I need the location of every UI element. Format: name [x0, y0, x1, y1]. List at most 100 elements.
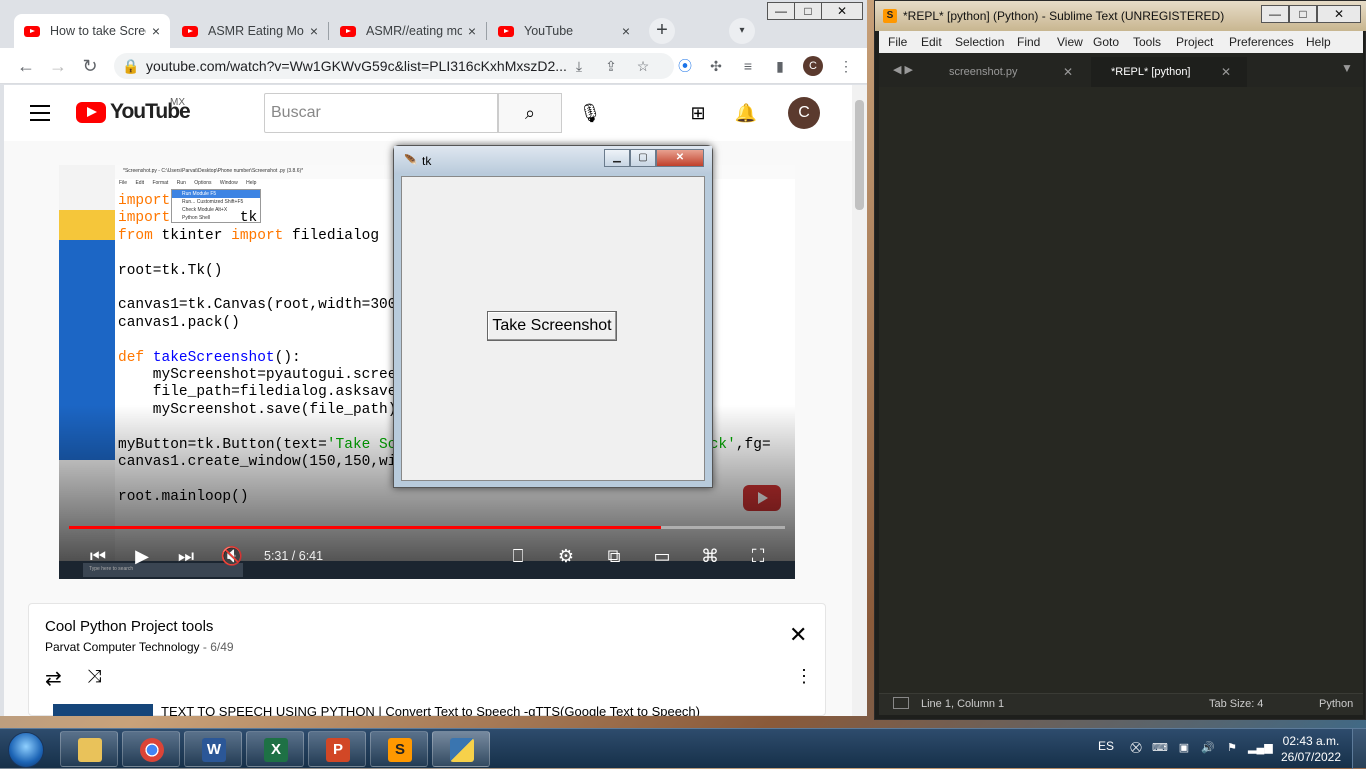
menu-find[interactable]: Find	[1017, 35, 1040, 49]
avatar[interactable]: C	[788, 97, 820, 129]
tab-youtube[interactable]: YouTube ×	[488, 14, 640, 48]
maximize-button[interactable]: □	[794, 2, 822, 20]
tab-screenshot-py[interactable]: screenshot.py ✕	[929, 57, 1089, 87]
show-desktop-button[interactable]	[1352, 729, 1366, 769]
menu-help[interactable]: Help	[1306, 35, 1331, 49]
tray-flag-icon[interactable]: ⚑	[1224, 740, 1240, 756]
tab-nav-arrows-icon[interactable]: ◀ ▶	[893, 63, 913, 76]
menu-tools[interactable]: Tools	[1133, 35, 1161, 49]
taskbar-powerpoint[interactable]: P	[308, 731, 366, 767]
page-scrollbar[interactable]	[852, 85, 867, 716]
close-button[interactable]: ✕	[821, 2, 863, 20]
tab-close-icon[interactable]: ×	[622, 23, 630, 39]
forward-icon[interactable]: →	[46, 54, 70, 78]
language-indicator[interactable]: ES	[1098, 739, 1114, 753]
notifications-bell-icon[interactable]: 🔔	[734, 101, 758, 125]
menu-selection[interactable]: Selection	[955, 35, 1004, 49]
tray-signal-icon[interactable]: ▂▄▆	[1248, 740, 1273, 756]
playlist-item-thumbnail[interactable]	[53, 704, 153, 716]
next-icon[interactable]: ⏭	[173, 541, 199, 571]
tk-title-bar[interactable]: 🪶 tk ▁ ▢ ✕	[394, 146, 712, 174]
taskbar-python[interactable]	[432, 731, 490, 767]
tab-how-to-take-screenshot[interactable]: How to take Screenshot ×	[14, 14, 170, 48]
close-icon[interactable]: ✕	[789, 622, 807, 648]
minimize-button[interactable]: ▁	[604, 149, 630, 167]
tab-close-icon[interactable]: ✕	[1063, 57, 1073, 87]
download-icon[interactable]: ⤓	[570, 57, 588, 75]
new-tab-button[interactable]: +	[649, 18, 675, 44]
menu-icon[interactable]: ⋮	[836, 56, 856, 76]
menu-project[interactable]: Project	[1176, 35, 1213, 49]
loop-icon[interactable]: ⇄	[45, 666, 62, 691]
more-options-icon[interactable]: ⋮	[795, 666, 813, 687]
tray-device-icon[interactable]: ▣	[1176, 740, 1192, 756]
menu-file[interactable]: File	[888, 35, 907, 49]
tab-repl-python[interactable]: *REPL* [python] ✕	[1091, 57, 1247, 87]
minimize-button[interactable]: —	[767, 2, 795, 20]
tab-asmr-eating-2[interactable]: ASMR//eating mouth ×	[330, 14, 486, 48]
shuffle-icon[interactable]: ⤨	[87, 666, 101, 687]
tray-keyboard-icon[interactable]: ⌨	[1152, 740, 1168, 756]
settings-gear-icon[interactable]: ⚙	[553, 541, 579, 571]
taskbar-explorer[interactable]	[60, 731, 118, 767]
address-bar[interactable]: 🔒 youtube.com/watch?v=Ww1GKWvG59c&list=P…	[114, 53, 674, 79]
taskbar-chrome[interactable]	[122, 731, 180, 767]
reload-icon[interactable]: ↻	[78, 54, 102, 78]
taskbar-word[interactable]: W	[184, 731, 242, 767]
tray-network-share-icon[interactable]: ⛒	[1128, 740, 1144, 756]
menu-edit[interactable]: Edit	[921, 35, 942, 49]
previous-icon[interactable]: ⏮	[85, 541, 111, 571]
subtitles-icon[interactable]: ⎕	[505, 541, 531, 571]
tab-close-icon[interactable]: ×	[468, 23, 476, 39]
tab-asmr-eating[interactable]: ASMR Eating Mouth ×	[172, 14, 328, 48]
syntax-mode[interactable]: Python	[1319, 698, 1353, 710]
tab-size[interactable]: Tab Size: 4	[1209, 698, 1263, 710]
maximize-button[interactable]: ▢	[630, 149, 656, 167]
maximize-button[interactable]: □	[1289, 5, 1317, 23]
playlist-title[interactable]: Cool Python Project tools	[45, 618, 213, 635]
extension-icon[interactable]: ⦿	[675, 56, 695, 76]
profile-avatar[interactable]: C	[803, 56, 823, 76]
tray-volume-icon[interactable]: 🔊	[1200, 740, 1216, 756]
taskbar-sublime[interactable]: S	[370, 731, 428, 767]
tab-search-button[interactable]: ▾	[729, 18, 755, 44]
puzzle-icon[interactable]: ✣	[706, 56, 726, 76]
close-button[interactable]: ✕	[656, 149, 704, 167]
media-icon[interactable]: ≡	[738, 56, 758, 76]
taskbar-excel[interactable]: X	[246, 731, 304, 767]
play-icon[interactable]: ▶	[129, 541, 155, 571]
cast-icon[interactable]: ⌘	[697, 541, 723, 571]
star-icon[interactable]: ☆	[634, 57, 652, 75]
menu-view[interactable]: View	[1057, 35, 1083, 49]
panel-toggle-icon[interactable]	[893, 697, 909, 709]
sublime-editor[interactable]	[879, 87, 1363, 693]
theater-mode-icon[interactable]: ▭	[649, 541, 675, 571]
hamburger-menu-icon[interactable]	[30, 105, 50, 121]
playlist-channel[interactable]: Parvat Computer Technology	[45, 640, 200, 654]
sublime-title-bar[interactable]: S *REPL* [python] (Python) - Sublime Tex…	[875, 1, 1366, 31]
start-button-icon[interactable]	[8, 732, 44, 768]
url-text[interactable]: youtube.com/watch?v=Ww1GKWvG59c&list=PLI…	[146, 58, 567, 74]
fullscreen-icon[interactable]: ⛶	[745, 541, 771, 571]
mic-icon[interactable]: 🎙	[574, 97, 606, 129]
menu-preferences[interactable]: Preferences	[1229, 35, 1294, 49]
close-button[interactable]: ✕	[1317, 5, 1361, 23]
playlist-item-title[interactable]: TEXT TO SPEECH USING PYTHON | Convert Te…	[161, 704, 700, 716]
create-video-icon[interactable]: ⊞	[686, 101, 710, 125]
share-icon[interactable]: ⇪	[602, 57, 620, 75]
minimize-button[interactable]: —	[1261, 5, 1289, 23]
search-button[interactable]: ⌕	[498, 93, 562, 133]
tab-close-icon[interactable]: ✕	[1221, 57, 1231, 87]
tab-close-icon[interactable]: ×	[310, 23, 318, 39]
back-icon[interactable]: ←	[14, 54, 38, 78]
search-input[interactable]: Buscar	[264, 93, 498, 133]
lock-icon[interactable]: 🔒	[122, 57, 140, 75]
progress-bar-fill[interactable]	[69, 526, 661, 529]
take-screenshot-button[interactable]: Take Screenshot	[487, 311, 617, 341]
youtube-logo-icon[interactable]	[76, 102, 106, 123]
sidepanel-icon[interactable]: ▮	[770, 56, 790, 76]
tab-overflow-icon[interactable]: ▼	[1341, 61, 1353, 75]
mute-icon[interactable]: 🔇	[219, 541, 245, 571]
tab-close-icon[interactable]: ×	[152, 23, 160, 39]
system-clock[interactable]: 02:43 a.m. 26/07/2022	[1276, 733, 1346, 765]
